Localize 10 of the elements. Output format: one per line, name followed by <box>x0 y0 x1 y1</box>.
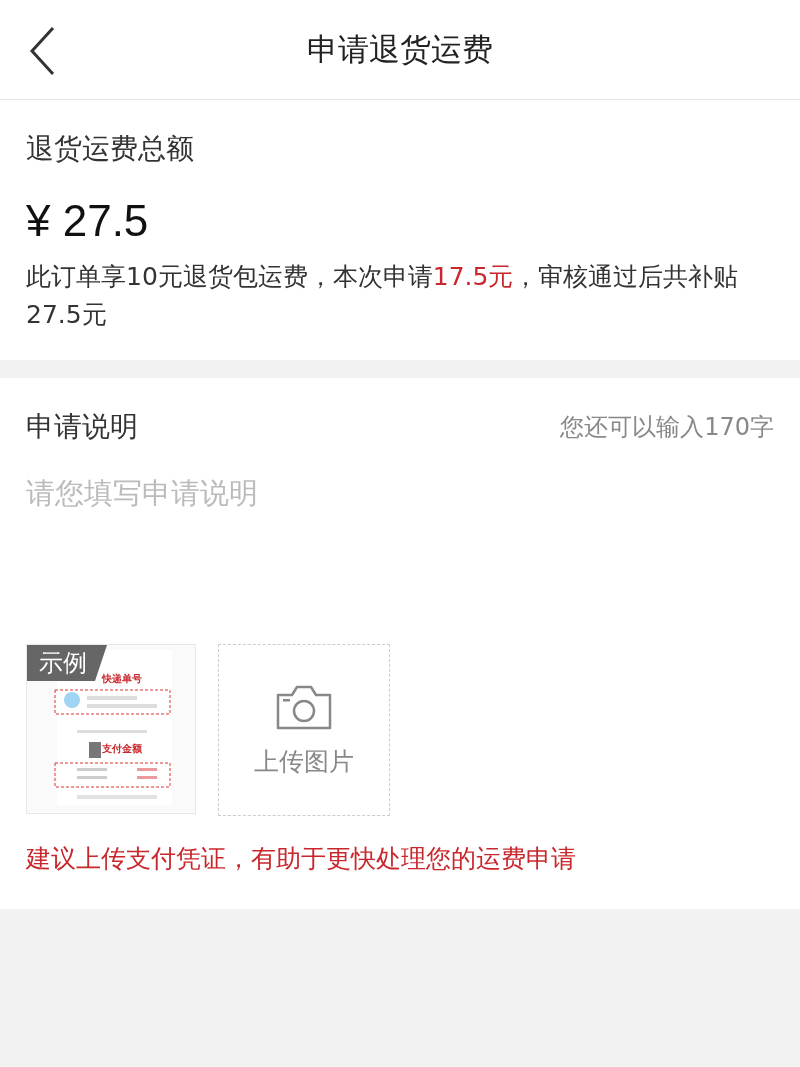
upload-button[interactable]: 上传图片 <box>218 644 390 816</box>
upload-hint: 建议上传支付凭证，有助于更快处理您的运费申请 <box>26 843 577 875</box>
section-label: 退货运费总额 <box>26 131 195 167</box>
page-title: 申请退货运费 <box>307 29 493 69</box>
example-label: 支付金额 <box>102 742 142 756</box>
subsidy-note: 此订单享10元退货包运费，本次申请17.5元，审核通过后共补贴27.5元 <box>26 261 740 331</box>
total-amount: ¥ 27.5 <box>26 196 150 246</box>
back-icon <box>29 25 55 76</box>
char-counter: 您还可以输入170字 <box>560 412 774 443</box>
section-label: 申请说明 <box>26 409 138 445</box>
